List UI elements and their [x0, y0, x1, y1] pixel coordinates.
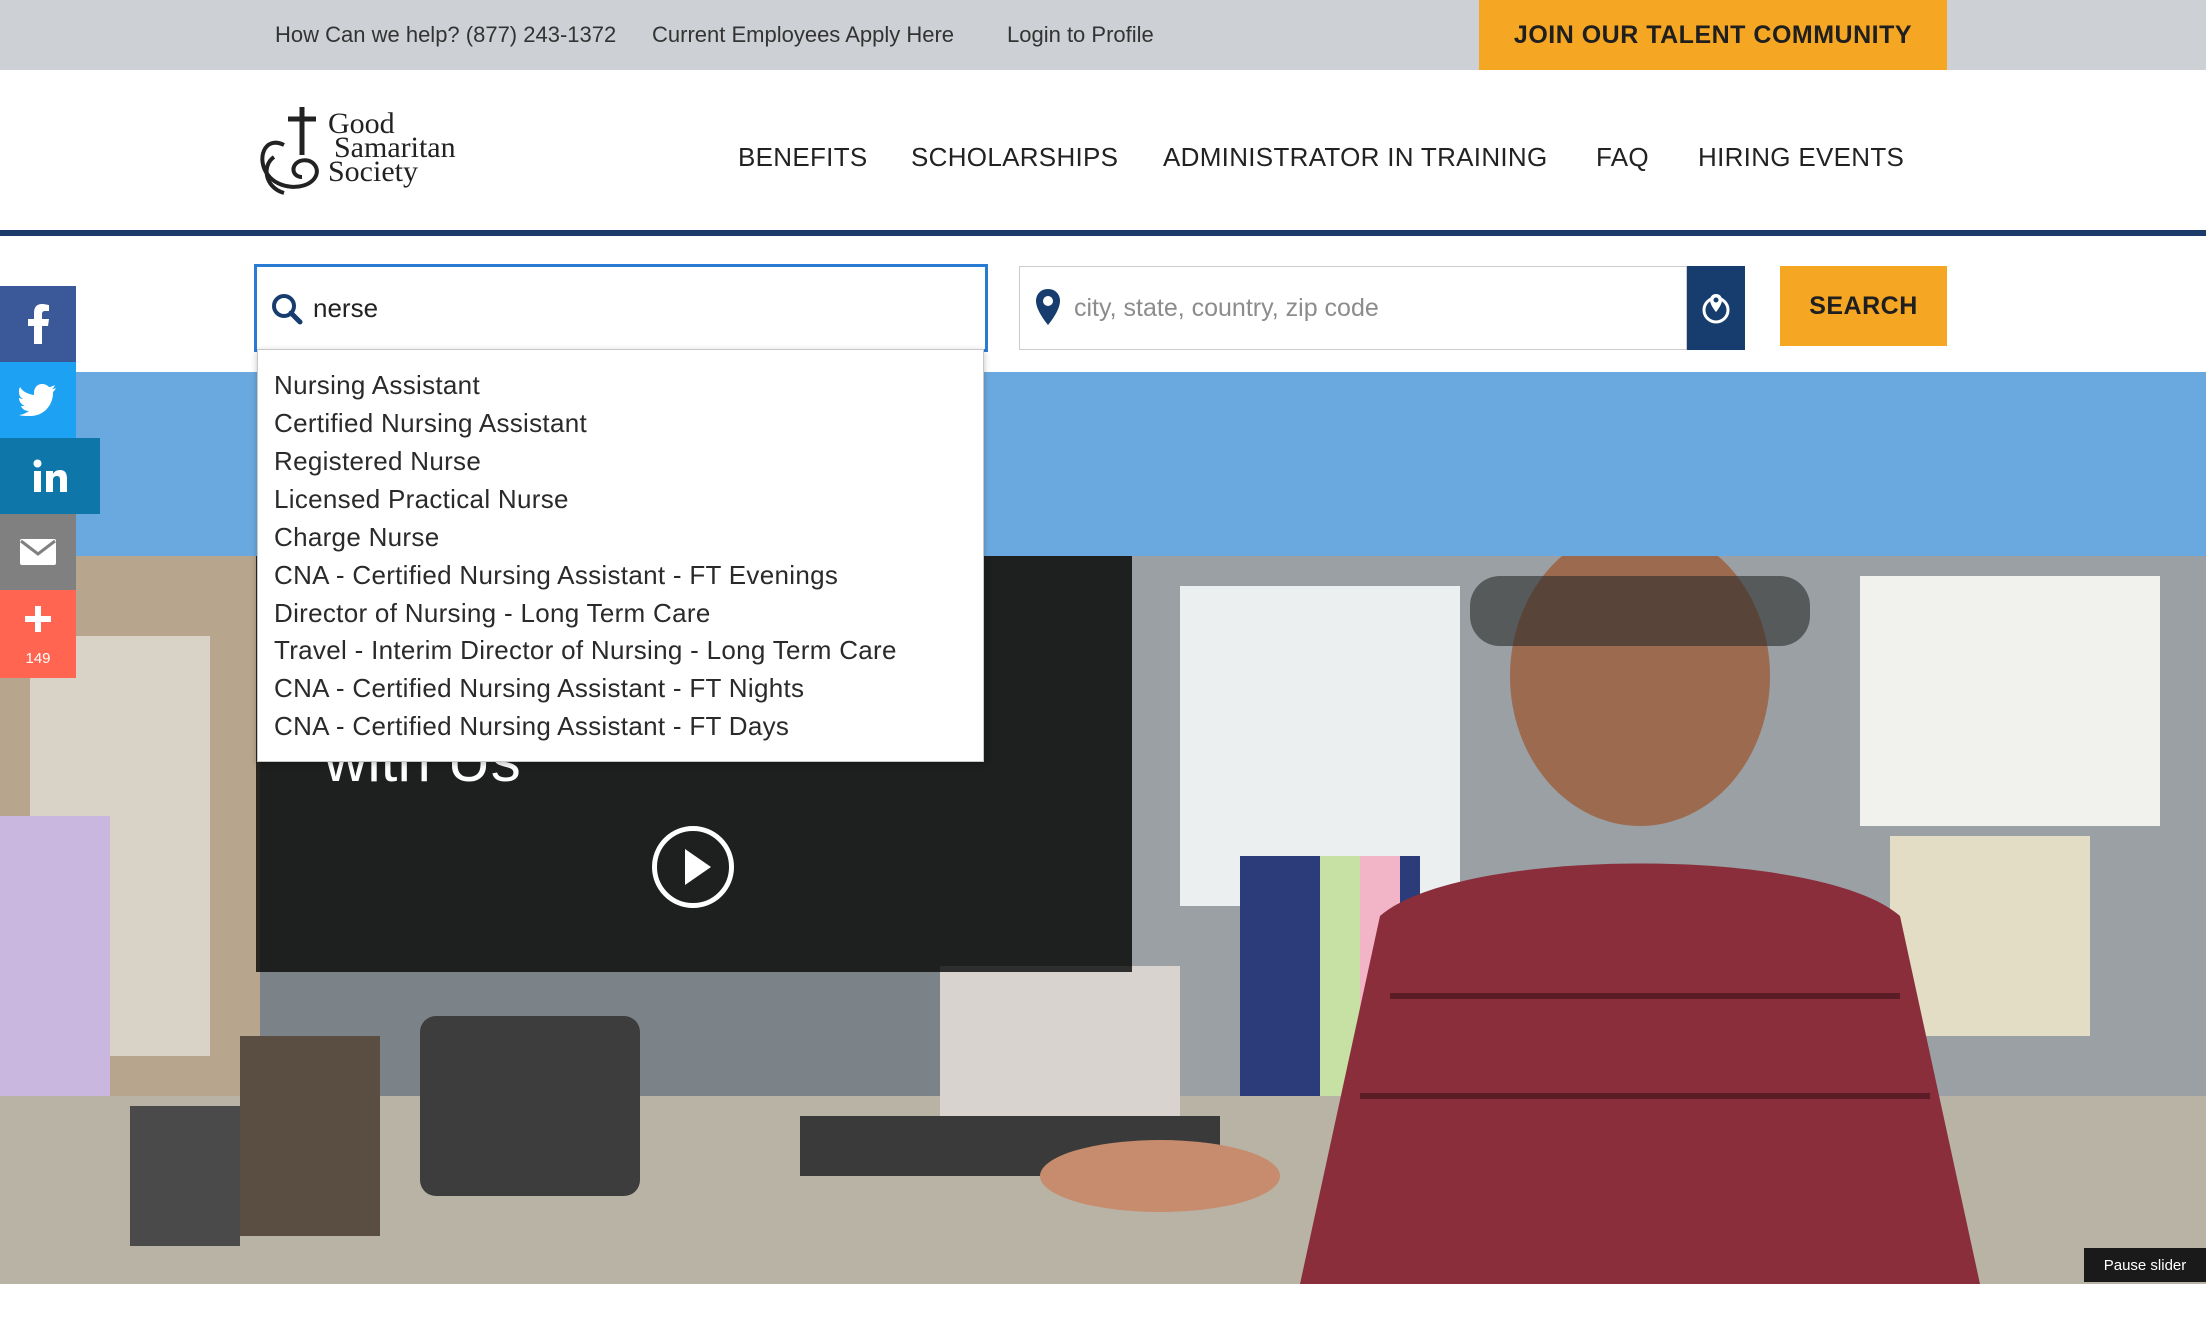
nav-hiring-events[interactable]: HIRING EVENTS: [1698, 142, 1904, 173]
use-my-location-button[interactable]: [1687, 266, 1745, 350]
keyword-search-input[interactable]: [313, 267, 973, 349]
keyword-search-box: [254, 264, 988, 352]
play-video-icon[interactable]: [652, 826, 734, 908]
page-footer-space: [0, 1284, 2206, 1344]
help-phone-link[interactable]: How Can we help? (877) 243-1372: [275, 22, 616, 48]
plus-icon: [25, 606, 51, 632]
join-talent-community-button[interactable]: JOIN OUR TALENT COMMUNITY: [1479, 0, 1947, 70]
nav-administrator-in-training[interactable]: ADMINISTRATOR IN TRAINING: [1163, 142, 1548, 173]
current-employees-link[interactable]: Current Employees Apply Here: [652, 22, 954, 48]
logo[interactable]: Good Samaritan Society: [254, 105, 474, 200]
autocomplete-dropdown: Nursing Assistant Certified Nursing Assi…: [257, 349, 984, 762]
utility-bar: How Can we help? (877) 243-1372 Current …: [0, 0, 2206, 70]
suggestion-item[interactable]: Registered Nurse: [274, 446, 481, 477]
suggestion-item[interactable]: Travel - Interim Director of Nursing - L…: [274, 635, 897, 666]
share-linkedin-button[interactable]: [0, 438, 100, 514]
cross-logo-icon: [260, 107, 319, 195]
share-facebook-button[interactable]: [0, 286, 76, 362]
suggestion-item[interactable]: Licensed Practical Nurse: [274, 484, 569, 515]
suggestion-item[interactable]: Certified Nursing Assistant: [274, 408, 587, 439]
suggestion-item[interactable]: CNA - Certified Nursing Assistant - FT E…: [274, 560, 838, 591]
search-button[interactable]: SEARCH: [1780, 266, 1947, 346]
suggestion-item[interactable]: CNA - Certified Nursing Assistant - FT D…: [274, 711, 789, 742]
suggestion-item[interactable]: Director of Nursing - Long Term Care: [274, 598, 711, 629]
share-count: 149: [25, 650, 51, 667]
search-icon: [272, 294, 303, 325]
linkedin-icon: [33, 459, 67, 492]
login-profile-link[interactable]: Login to Profile: [1007, 22, 1154, 48]
share-twitter-button[interactable]: [0, 362, 76, 438]
location-search-input[interactable]: [1074, 267, 1674, 349]
location-search-box: [1019, 266, 1687, 350]
logo-text-society: Society: [328, 155, 418, 188]
suggestion-item[interactable]: Charge Nurse: [274, 522, 439, 553]
share-email-button[interactable]: [0, 514, 76, 590]
nav-faq[interactable]: FAQ: [1596, 142, 1649, 173]
nav-scholarships[interactable]: SCHOLARSHIPS: [911, 142, 1118, 173]
email-icon: [20, 539, 56, 565]
geolocation-icon: [1702, 294, 1730, 324]
site-header: Good Samaritan Society BENEFITS SCHOLARS…: [0, 70, 2206, 236]
suggestion-item[interactable]: CNA - Certified Nursing Assistant - FT N…: [274, 673, 804, 704]
nav-benefits[interactable]: BENEFITS: [738, 142, 868, 173]
location-pin-icon: [1036, 289, 1060, 325]
facebook-icon: [28, 304, 49, 344]
pause-slider-button[interactable]: Pause slider: [2084, 1248, 2206, 1282]
twitter-icon: [19, 384, 56, 416]
suggestion-item[interactable]: Nursing Assistant: [274, 370, 480, 401]
